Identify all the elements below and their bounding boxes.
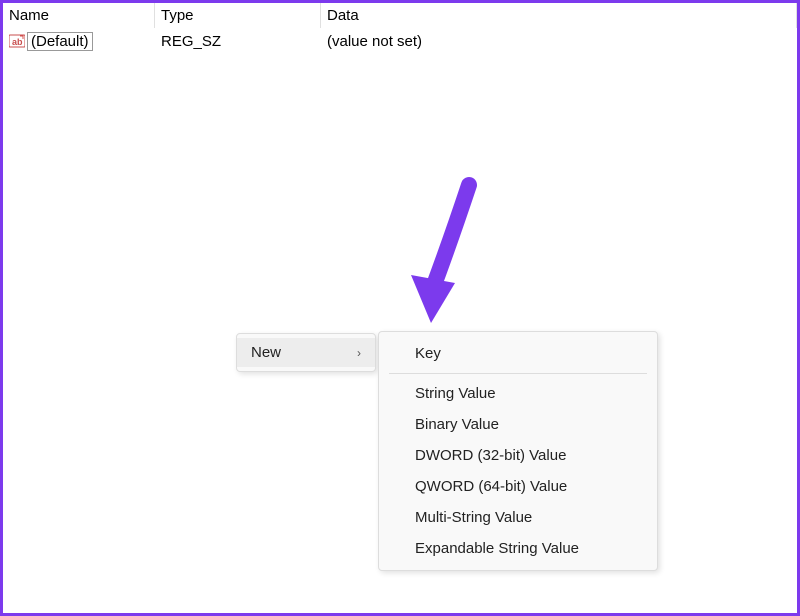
cell-name: ab (Default) [3, 30, 155, 53]
submenu-item-string-label: String Value [415, 385, 496, 402]
menu-item-new[interactable]: New › [237, 338, 375, 367]
submenu-item-binary[interactable]: Binary Value [379, 409, 657, 440]
submenu-item-qword[interactable]: QWORD (64-bit) Value [379, 471, 657, 502]
annotation-arrow-icon [399, 175, 489, 338]
submenu-item-qword-label: QWORD (64-bit) Value [415, 478, 567, 495]
column-header-type[interactable]: Type [155, 3, 321, 28]
submenu-item-multistring[interactable]: Multi-String Value [379, 502, 657, 533]
submenu-item-dword[interactable]: DWORD (32-bit) Value [379, 440, 657, 471]
context-menu: New › [236, 333, 376, 372]
column-header-name[interactable]: Name [3, 3, 155, 28]
cell-data: (value not set) [321, 31, 797, 52]
submenu-item-expandable-label: Expandable String Value [415, 540, 579, 557]
submenu-new: Key String Value Binary Value DWORD (32-… [378, 331, 658, 571]
svg-text:ab: ab [12, 37, 23, 47]
submenu-item-key[interactable]: Key [379, 338, 657, 369]
cell-type: REG_SZ [155, 31, 321, 52]
chevron-right-icon: › [357, 346, 361, 360]
submenu-item-string[interactable]: String Value [379, 378, 657, 409]
submenu-item-expandable[interactable]: Expandable String Value [379, 533, 657, 564]
menu-separator [389, 373, 647, 374]
submenu-item-multistring-label: Multi-String Value [415, 509, 532, 526]
table-row[interactable]: ab (Default) REG_SZ (value not set) [3, 29, 797, 53]
column-header-data[interactable]: Data [321, 3, 797, 28]
registry-editor-pane: Name Type Data ab (Default) REG_SZ (valu… [0, 0, 800, 616]
submenu-item-binary-label: Binary Value [415, 416, 499, 433]
column-header-row: Name Type Data [3, 3, 797, 29]
string-value-icon: ab [9, 33, 25, 49]
submenu-item-key-label: Key [415, 345, 441, 362]
menu-item-new-label: New [251, 344, 281, 361]
submenu-item-dword-label: DWORD (32-bit) Value [415, 447, 566, 464]
value-name-default: (Default) [27, 32, 93, 51]
